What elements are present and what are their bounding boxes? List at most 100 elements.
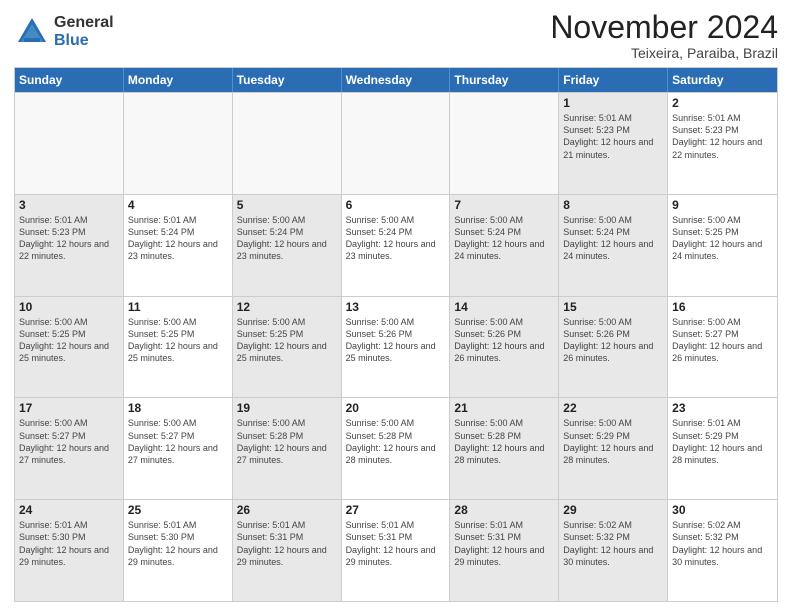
calendar-cell-2-5: 15 Sunrise: 5:00 AMSunset: 5:26 PMDayligh… xyxy=(559,297,668,398)
day-number: 3 xyxy=(19,198,119,212)
day-info: Sunrise: 5:01 AMSunset: 5:30 PMDaylight:… xyxy=(128,519,228,568)
day-number: 20 xyxy=(346,401,446,415)
logo-general-text: General xyxy=(54,14,114,32)
weekday-header-sunday: Sunday xyxy=(15,68,124,92)
day-info: Sunrise: 5:02 AMSunset: 5:32 PMDaylight:… xyxy=(563,519,663,568)
day-number: 7 xyxy=(454,198,554,212)
day-info: Sunrise: 5:01 AMSunset: 5:29 PMDaylight:… xyxy=(672,417,773,466)
title-block: November 2024 Teixeira, Paraiba, Brazil xyxy=(550,10,778,61)
day-number: 27 xyxy=(346,503,446,517)
day-info: Sunrise: 5:00 AMSunset: 5:24 PMDaylight:… xyxy=(454,214,554,263)
logo-icon xyxy=(14,14,50,50)
day-info: Sunrise: 5:00 AMSunset: 5:26 PMDaylight:… xyxy=(346,316,446,365)
day-info: Sunrise: 5:00 AMSunset: 5:29 PMDaylight:… xyxy=(563,417,663,466)
day-info: Sunrise: 5:01 AMSunset: 5:23 PMDaylight:… xyxy=(563,112,663,161)
day-info: Sunrise: 5:01 AMSunset: 5:31 PMDaylight:… xyxy=(454,519,554,568)
calendar-cell-4-3: 27 Sunrise: 5:01 AMSunset: 5:31 PMDayligh… xyxy=(342,500,451,601)
day-number: 8 xyxy=(563,198,663,212)
day-number: 12 xyxy=(237,300,337,314)
calendar-cell-2-6: 16 Sunrise: 5:00 AMSunset: 5:27 PMDayligh… xyxy=(668,297,777,398)
day-number: 13 xyxy=(346,300,446,314)
day-number: 16 xyxy=(672,300,773,314)
calendar-cell-1-6: 9Sunrise: 5:00 AMSunset: 5:25 PMDaylight… xyxy=(668,195,777,296)
calendar-cell-3-4: 21Sunrise: 5:00 AMSunset: 5:28 PMDayligh… xyxy=(450,398,559,499)
day-number: 29 xyxy=(563,503,663,517)
day-number: 26 xyxy=(237,503,337,517)
calendar-cell-3-2: 19 Sunrise: 5:00 AMSunset: 5:28 PMDayligh… xyxy=(233,398,342,499)
calendar-row-2: 10 Sunrise: 5:00 AMSunset: 5:25 PMDayligh… xyxy=(15,296,777,398)
day-info: Sunrise: 5:01 AMSunset: 5:31 PMDaylight:… xyxy=(237,519,337,568)
calendar-cell-1-5: 8 Sunrise: 5:00 AMSunset: 5:24 PMDaylight… xyxy=(559,195,668,296)
calendar-cell-1-0: 3 Sunrise: 5:01 AMSunset: 5:23 PMDaylight… xyxy=(15,195,124,296)
calendar-header: SundayMondayTuesdayWednesdayThursdayFrid… xyxy=(15,68,777,92)
day-info: Sunrise: 5:00 AMSunset: 5:24 PMDaylight:… xyxy=(237,214,337,263)
calendar-row-0: 1 Sunrise: 5:01 AMSunset: 5:23 PMDaylight… xyxy=(15,92,777,194)
calendar-cell-3-6: 23 Sunrise: 5:01 AMSunset: 5:29 PMDayligh… xyxy=(668,398,777,499)
calendar-cell-3-5: 22Sunrise: 5:00 AMSunset: 5:29 PMDayligh… xyxy=(559,398,668,499)
day-number: 19 xyxy=(237,401,337,415)
calendar-cell-2-3: 13 Sunrise: 5:00 AMSunset: 5:26 PMDayligh… xyxy=(342,297,451,398)
calendar-body: 1 Sunrise: 5:01 AMSunset: 5:23 PMDaylight… xyxy=(15,92,777,601)
day-number: 2 xyxy=(672,96,773,110)
day-number: 17 xyxy=(19,401,119,415)
day-info: Sunrise: 5:01 AMSunset: 5:23 PMDaylight:… xyxy=(672,112,773,161)
calendar-cell-3-0: 17Sunrise: 5:00 AMSunset: 5:27 PMDayligh… xyxy=(15,398,124,499)
logo-text: General Blue xyxy=(54,14,114,49)
page: General Blue November 2024 Teixeira, Par… xyxy=(0,0,792,612)
calendar-cell-1-1: 4 Sunrise: 5:01 AMSunset: 5:24 PMDaylight… xyxy=(124,195,233,296)
day-info: Sunrise: 5:00 AMSunset: 5:27 PMDaylight:… xyxy=(672,316,773,365)
day-number: 1 xyxy=(563,96,663,110)
calendar-cell-4-4: 28Sunrise: 5:01 AMSunset: 5:31 PMDayligh… xyxy=(450,500,559,601)
month-title: November 2024 xyxy=(550,10,778,45)
weekday-header-tuesday: Tuesday xyxy=(233,68,342,92)
day-number: 4 xyxy=(128,198,228,212)
weekday-header-monday: Monday xyxy=(124,68,233,92)
calendar-cell-0-2 xyxy=(233,93,342,194)
day-number: 10 xyxy=(19,300,119,314)
day-info: Sunrise: 5:01 AMSunset: 5:23 PMDaylight:… xyxy=(19,214,119,263)
day-number: 9 xyxy=(672,198,773,212)
weekday-header-wednesday: Wednesday xyxy=(342,68,451,92)
day-info: Sunrise: 5:00 AMSunset: 5:24 PMDaylight:… xyxy=(563,214,663,263)
calendar-cell-4-1: 25 Sunrise: 5:01 AMSunset: 5:30 PMDayligh… xyxy=(124,500,233,601)
calendar-cell-4-2: 26 Sunrise: 5:01 AMSunset: 5:31 PMDayligh… xyxy=(233,500,342,601)
calendar-cell-2-0: 10 Sunrise: 5:00 AMSunset: 5:25 PMDayligh… xyxy=(15,297,124,398)
calendar-cell-0-4 xyxy=(450,93,559,194)
calendar-row-3: 17Sunrise: 5:00 AMSunset: 5:27 PMDayligh… xyxy=(15,397,777,499)
calendar-cell-0-0 xyxy=(15,93,124,194)
calendar-row-4: 24 Sunrise: 5:01 AMSunset: 5:30 PMDayligh… xyxy=(15,499,777,601)
day-info: Sunrise: 5:00 AMSunset: 5:28 PMDaylight:… xyxy=(454,417,554,466)
day-info: Sunrise: 5:00 AMSunset: 5:25 PMDaylight:… xyxy=(19,316,119,365)
header: General Blue November 2024 Teixeira, Par… xyxy=(14,10,778,61)
day-number: 24 xyxy=(19,503,119,517)
day-number: 11 xyxy=(128,300,228,314)
weekday-header-saturday: Saturday xyxy=(668,68,777,92)
day-info: Sunrise: 5:00 AMSunset: 5:26 PMDaylight:… xyxy=(563,316,663,365)
day-number: 18 xyxy=(128,401,228,415)
day-info: Sunrise: 5:00 AMSunset: 5:28 PMDaylight:… xyxy=(346,417,446,466)
calendar-cell-4-6: 30Sunrise: 5:02 AMSunset: 5:32 PMDayligh… xyxy=(668,500,777,601)
logo-blue-text: Blue xyxy=(54,32,114,50)
day-number: 25 xyxy=(128,503,228,517)
calendar-cell-1-2: 5Sunrise: 5:00 AMSunset: 5:24 PMDaylight… xyxy=(233,195,342,296)
day-info: Sunrise: 5:00 AMSunset: 5:25 PMDaylight:… xyxy=(237,316,337,365)
calendar: SundayMondayTuesdayWednesdayThursdayFrid… xyxy=(14,67,778,602)
day-info: Sunrise: 5:00 AMSunset: 5:26 PMDaylight:… xyxy=(454,316,554,365)
day-number: 15 xyxy=(563,300,663,314)
day-info: Sunrise: 5:01 AMSunset: 5:31 PMDaylight:… xyxy=(346,519,446,568)
calendar-cell-2-2: 12 Sunrise: 5:00 AMSunset: 5:25 PMDayligh… xyxy=(233,297,342,398)
location: Teixeira, Paraiba, Brazil xyxy=(550,45,778,61)
day-info: Sunrise: 5:00 AMSunset: 5:25 PMDaylight:… xyxy=(128,316,228,365)
calendar-cell-0-6: 2 Sunrise: 5:01 AMSunset: 5:23 PMDaylight… xyxy=(668,93,777,194)
logo: General Blue xyxy=(14,14,114,50)
day-number: 23 xyxy=(672,401,773,415)
calendar-cell-1-3: 6Sunrise: 5:00 AMSunset: 5:24 PMDaylight… xyxy=(342,195,451,296)
calendar-cell-0-1 xyxy=(124,93,233,194)
calendar-cell-0-3 xyxy=(342,93,451,194)
day-info: Sunrise: 5:00 AMSunset: 5:28 PMDaylight:… xyxy=(237,417,337,466)
day-info: Sunrise: 5:01 AMSunset: 5:24 PMDaylight:… xyxy=(128,214,228,263)
weekday-header-thursday: Thursday xyxy=(450,68,559,92)
calendar-cell-1-4: 7 Sunrise: 5:00 AMSunset: 5:24 PMDaylight… xyxy=(450,195,559,296)
calendar-cell-0-5: 1 Sunrise: 5:01 AMSunset: 5:23 PMDaylight… xyxy=(559,93,668,194)
calendar-row-1: 3 Sunrise: 5:01 AMSunset: 5:23 PMDaylight… xyxy=(15,194,777,296)
